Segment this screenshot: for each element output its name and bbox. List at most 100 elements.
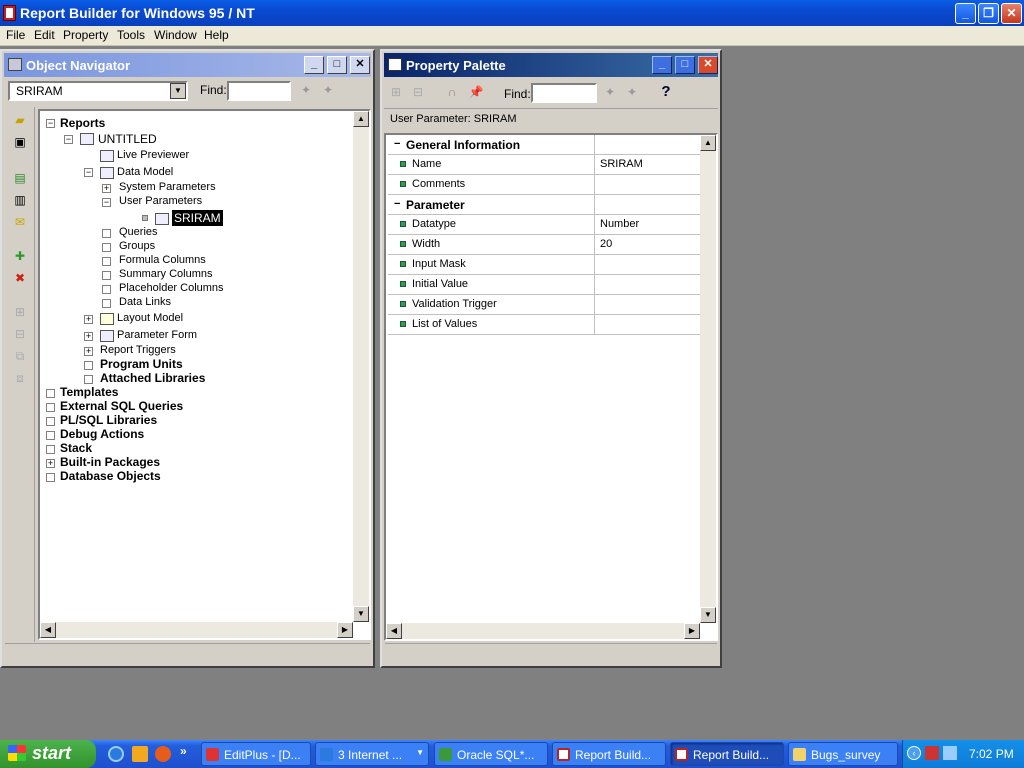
expand-toggle-icon[interactable]: +	[84, 347, 93, 356]
tree-node-groups[interactable]: Groups	[119, 240, 155, 252]
scroll-up-icon[interactable]: ▲	[353, 111, 369, 127]
empty-toggle-icon[interactable]	[84, 361, 93, 370]
navigator-vertical-scrollbar[interactable]: ▲ ▼	[353, 111, 369, 622]
tree-node-user-parameters[interactable]: User Parameters	[119, 195, 202, 207]
collapse-toggle-icon[interactable]: −	[64, 135, 73, 144]
network-icon[interactable]	[943, 746, 957, 760]
mail-icon[interactable]: ✉	[10, 213, 30, 231]
property-row-input-mask[interactable]: Input Mask	[388, 255, 702, 275]
nav-close-button[interactable]: ✕	[350, 56, 370, 74]
print-icon[interactable]: ▥	[10, 191, 30, 209]
intersection-icon[interactable]: ∩	[442, 83, 462, 101]
tree-node-untitled[interactable]: UNTITLED	[98, 132, 157, 146]
delete-icon[interactable]: ✖	[10, 269, 30, 287]
task-report-builder-1[interactable]: Report Build...	[552, 742, 666, 766]
expand-toggle-icon[interactable]: +	[84, 332, 93, 341]
collapse-toggle-icon[interactable]: −	[46, 119, 55, 128]
tree-node-formula-columns[interactable]: Formula Columns	[119, 254, 206, 266]
collapse-toggle-icon[interactable]: −	[102, 198, 111, 207]
find-previous-icon[interactable]: ✦	[296, 81, 316, 99]
empty-toggle-icon[interactable]	[102, 271, 111, 280]
tree-node-stack[interactable]: Stack	[60, 441, 92, 455]
scroll-up-icon[interactable]: ▲	[700, 135, 716, 151]
restore-button[interactable]: ❐	[978, 3, 999, 24]
nav-minimize-button[interactable]: _	[304, 56, 324, 74]
property-row-list-of-values[interactable]: List of Values	[388, 315, 702, 335]
navigator-horizontal-scrollbar[interactable]: ◀ ▶	[40, 622, 353, 638]
section-general-information[interactable]: − General Information	[388, 135, 702, 155]
chevron-right-icon[interactable]: »	[180, 744, 187, 758]
collapse-toggle-icon[interactable]: −	[84, 168, 93, 177]
tree-node-attached-libraries[interactable]: Attached Libraries	[100, 371, 205, 385]
empty-toggle-icon[interactable]	[46, 431, 55, 440]
collapse-icon[interactable]: ⊟	[408, 83, 428, 101]
navigator-find-input[interactable]	[227, 81, 291, 101]
tree-node-external-sql-queries[interactable]: External SQL Queries	[60, 399, 183, 413]
palette-minimize-button[interactable]: _	[652, 56, 672, 74]
tree-node-layout-model[interactable]: Layout Model	[117, 312, 183, 324]
palette-maximize-button[interactable]: □	[675, 56, 695, 74]
chevron-down-icon[interactable]: ▼	[416, 748, 424, 757]
menu-window[interactable]: Window	[154, 28, 197, 42]
create-icon[interactable]: ✚	[10, 247, 30, 265]
tree-node-builtin-packages[interactable]: Built-in Packages	[60, 455, 160, 469]
tree-node-data-model[interactable]: Data Model	[117, 166, 173, 178]
menu-file[interactable]: File	[6, 28, 25, 42]
property-row-validation-trigger[interactable]: Validation Trigger	[388, 295, 702, 315]
empty-toggle-icon[interactable]	[46, 473, 55, 482]
expand-icon[interactable]: ⊞	[10, 303, 30, 321]
collapse-all-icon[interactable]: ⧈	[10, 369, 30, 387]
tree-node-summary-columns[interactable]: Summary Columns	[119, 268, 213, 280]
empty-toggle-icon[interactable]	[46, 403, 55, 412]
palette-find-input[interactable]	[531, 83, 597, 103]
empty-toggle-icon[interactable]	[46, 389, 55, 398]
find-next-icon[interactable]: ✦	[318, 81, 338, 99]
property-value[interactable]: 20	[600, 238, 612, 250]
task-internet-explorer[interactable]: 3 Internet ... ▼	[315, 742, 429, 766]
navigator-combo[interactable]: SRIRAM ▼	[8, 81, 188, 101]
ie-quicklaunch-icon[interactable]	[108, 746, 124, 762]
pin-icon[interactable]: 📌	[466, 83, 486, 101]
empty-toggle-icon[interactable]	[102, 299, 111, 308]
property-row-datatype[interactable]: Datatype Number	[388, 215, 702, 235]
palette-vertical-scrollbar[interactable]: ▲ ▼	[700, 135, 716, 623]
object-navigator-titlebar[interactable]: Object Navigator _ □ ✕	[4, 53, 371, 77]
empty-toggle-icon[interactable]	[46, 417, 55, 426]
property-value[interactable]: SRIRAM	[600, 158, 643, 170]
property-row-comments[interactable]: Comments	[388, 175, 702, 195]
expand-icon[interactable]: ⊞	[386, 83, 406, 101]
tree-node-report-triggers[interactable]: Report Triggers	[100, 344, 176, 356]
tree-node-program-units[interactable]: Program Units	[100, 357, 183, 371]
tray-chevron-icon[interactable]: ‹	[907, 746, 921, 760]
scroll-right-icon[interactable]: ▶	[337, 622, 353, 638]
find-next-icon[interactable]: ✦	[622, 83, 642, 101]
section-parameter[interactable]: − Parameter	[388, 195, 702, 215]
expand-toggle-icon[interactable]: +	[102, 184, 111, 193]
menu-help[interactable]: Help	[204, 28, 229, 42]
firefox-quicklaunch-icon[interactable]	[155, 746, 171, 762]
tree-node-placeholder-columns[interactable]: Placeholder Columns	[119, 282, 224, 294]
collapse-toggle-icon[interactable]: −	[394, 138, 400, 150]
help-icon[interactable]: ?	[656, 83, 676, 101]
empty-toggle-icon[interactable]	[102, 257, 111, 266]
scroll-left-icon[interactable]: ◀	[386, 623, 402, 639]
tree-node-parameter-form[interactable]: Parameter Form	[117, 329, 197, 341]
empty-toggle-icon[interactable]	[84, 375, 93, 384]
property-row-width[interactable]: Width 20	[388, 235, 702, 255]
close-button[interactable]: ✕	[1001, 3, 1022, 24]
task-bugs-survey[interactable]: Bugs_survey	[788, 742, 898, 766]
empty-toggle-icon[interactable]	[46, 445, 55, 454]
tray-app-icon[interactable]	[925, 746, 939, 760]
tree-node-reports[interactable]: Reports	[60, 116, 105, 130]
menu-edit[interactable]: Edit	[34, 28, 55, 42]
tree-node-queries[interactable]: Queries	[119, 226, 158, 238]
property-palette-titlebar[interactable]: Property Palette _ □ ✕	[384, 53, 718, 77]
menu-tools[interactable]: Tools	[117, 28, 145, 42]
task-editplus[interactable]: EditPlus - [D...	[201, 742, 311, 766]
empty-toggle-icon[interactable]	[102, 229, 111, 238]
task-oracle-sql[interactable]: Oracle SQL*...	[434, 742, 548, 766]
collapse-icon[interactable]: ⊟	[10, 325, 30, 343]
outlook-quicklaunch-icon[interactable]	[132, 746, 148, 762]
find-previous-icon[interactable]: ✦	[600, 83, 620, 101]
scroll-left-icon[interactable]: ◀	[40, 622, 56, 638]
